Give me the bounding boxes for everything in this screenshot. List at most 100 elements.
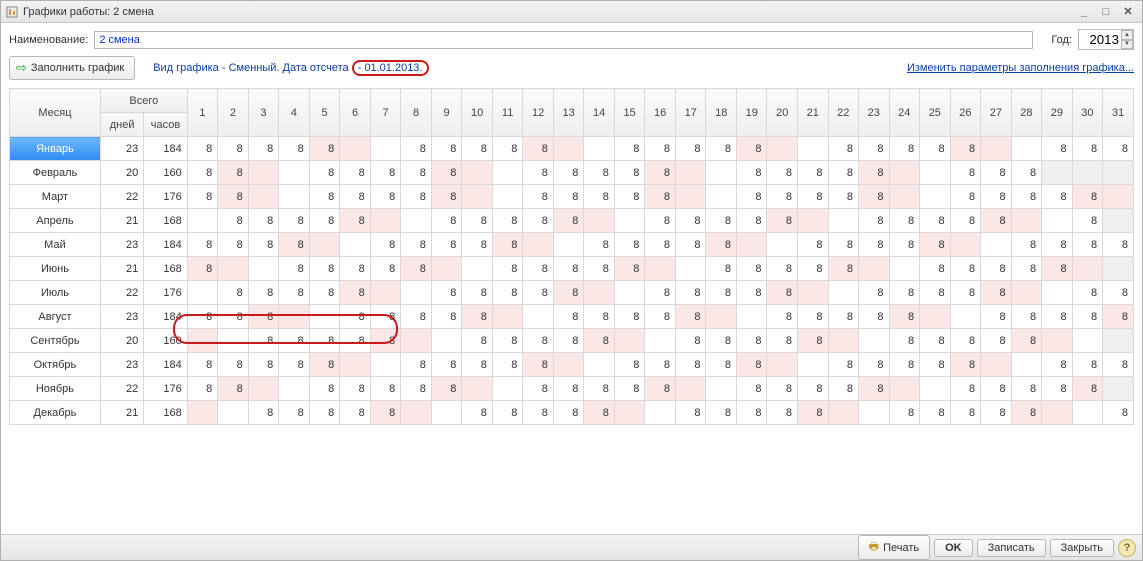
day-cell[interactable]: 8: [1072, 137, 1103, 161]
day-cell[interactable]: 8: [309, 401, 340, 425]
day-cell[interactable]: [950, 233, 981, 257]
day-cell[interactable]: [859, 329, 890, 353]
days-total[interactable]: 20: [100, 161, 143, 185]
hours-total[interactable]: 176: [144, 377, 187, 401]
day-cell[interactable]: 8: [920, 329, 951, 353]
day-cell[interactable]: 8: [706, 137, 737, 161]
hours-total[interactable]: 160: [144, 161, 187, 185]
day-cell[interactable]: [645, 257, 676, 281]
day-cell[interactable]: 8: [431, 185, 462, 209]
day-cell[interactable]: [584, 137, 615, 161]
day-cell[interactable]: 8: [920, 233, 951, 257]
day-cell[interactable]: 8: [798, 329, 829, 353]
day-cell[interactable]: 8: [889, 329, 920, 353]
month-cell[interactable]: Май: [10, 233, 101, 257]
day-cell[interactable]: 8: [950, 161, 981, 185]
col-day[interactable]: 4: [279, 89, 310, 137]
day-cell[interactable]: 8: [798, 233, 829, 257]
day-cell[interactable]: [340, 233, 371, 257]
day-cell[interactable]: 8: [645, 281, 676, 305]
day-cell[interactable]: [584, 353, 615, 377]
col-day[interactable]: 14: [584, 89, 615, 137]
day-cell[interactable]: 8: [492, 353, 523, 377]
day-cell[interactable]: 8: [1042, 257, 1073, 281]
day-cell[interactable]: [1103, 329, 1134, 353]
day-cell[interactable]: [706, 377, 737, 401]
day-cell[interactable]: [767, 353, 798, 377]
day-cell[interactable]: [1042, 209, 1073, 233]
day-cell[interactable]: [1042, 281, 1073, 305]
day-cell[interactable]: [798, 353, 829, 377]
day-cell[interactable]: 8: [920, 209, 951, 233]
day-cell[interactable]: [187, 329, 218, 353]
day-cell[interactable]: 8: [950, 185, 981, 209]
day-cell[interactable]: 8: [920, 353, 951, 377]
month-cell[interactable]: Август: [10, 305, 101, 329]
day-cell[interactable]: 8: [309, 209, 340, 233]
day-cell[interactable]: 8: [340, 185, 371, 209]
day-cell[interactable]: [614, 401, 645, 425]
day-cell[interactable]: 8: [431, 305, 462, 329]
table-row[interactable]: Октябрь2318488888888888888888888888: [10, 353, 1134, 377]
day-cell[interactable]: 8: [279, 233, 310, 257]
col-day[interactable]: 7: [370, 89, 401, 137]
day-cell[interactable]: 8: [584, 185, 615, 209]
table-row[interactable]: Июль221768888888888888888888888: [10, 281, 1134, 305]
day-cell[interactable]: 8: [828, 137, 859, 161]
day-cell[interactable]: 8: [553, 377, 584, 401]
day-cell[interactable]: [920, 185, 951, 209]
day-cell[interactable]: 8: [340, 257, 371, 281]
day-cell[interactable]: [1011, 209, 1042, 233]
day-cell[interactable]: [1072, 329, 1103, 353]
days-total[interactable]: 23: [100, 305, 143, 329]
month-cell[interactable]: Декабрь: [10, 401, 101, 425]
day-cell[interactable]: 8: [340, 377, 371, 401]
day-cell[interactable]: 8: [523, 281, 554, 305]
day-cell[interactable]: 8: [1072, 305, 1103, 329]
day-cell[interactable]: 8: [736, 281, 767, 305]
day-cell[interactable]: 8: [1011, 161, 1042, 185]
day-cell[interactable]: 8: [218, 161, 249, 185]
col-day[interactable]: 28: [1011, 89, 1042, 137]
day-cell[interactable]: 8: [370, 233, 401, 257]
day-cell[interactable]: 8: [340, 329, 371, 353]
day-cell[interactable]: 8: [309, 329, 340, 353]
day-cell[interactable]: 8: [462, 209, 493, 233]
hours-total[interactable]: 168: [144, 257, 187, 281]
day-cell[interactable]: [675, 161, 706, 185]
day-cell[interactable]: [401, 401, 432, 425]
day-cell[interactable]: 8: [279, 329, 310, 353]
day-cell[interactable]: 8: [736, 377, 767, 401]
day-cell[interactable]: 8: [645, 209, 676, 233]
day-cell[interactable]: 8: [248, 329, 279, 353]
day-cell[interactable]: 8: [553, 185, 584, 209]
day-cell[interactable]: 8: [828, 305, 859, 329]
day-cell[interactable]: 8: [1011, 401, 1042, 425]
col-day[interactable]: 11: [492, 89, 523, 137]
col-day[interactable]: 10: [462, 89, 493, 137]
col-day[interactable]: 13: [553, 89, 584, 137]
day-cell[interactable]: 8: [401, 233, 432, 257]
day-cell[interactable]: [1011, 353, 1042, 377]
day-cell[interactable]: 8: [1072, 209, 1103, 233]
day-cell[interactable]: 8: [431, 137, 462, 161]
day-cell[interactable]: 8: [218, 281, 249, 305]
hours-total[interactable]: 176: [144, 185, 187, 209]
day-cell[interactable]: 8: [1011, 377, 1042, 401]
day-cell[interactable]: 8: [889, 353, 920, 377]
day-cell[interactable]: [248, 161, 279, 185]
day-cell[interactable]: [889, 257, 920, 281]
close-button-footer[interactable]: Закрыть: [1050, 539, 1114, 557]
col-day[interactable]: 16: [645, 89, 676, 137]
day-cell[interactable]: 8: [340, 281, 371, 305]
day-cell[interactable]: 8: [370, 329, 401, 353]
day-cell[interactable]: [706, 161, 737, 185]
day-cell[interactable]: 8: [767, 305, 798, 329]
day-cell[interactable]: 8: [920, 281, 951, 305]
day-cell[interactable]: 8: [828, 233, 859, 257]
day-cell[interactable]: [340, 137, 371, 161]
day-cell[interactable]: 8: [950, 281, 981, 305]
day-cell[interactable]: 8: [950, 401, 981, 425]
day-cell[interactable]: 8: [828, 353, 859, 377]
day-cell[interactable]: 8: [248, 305, 279, 329]
